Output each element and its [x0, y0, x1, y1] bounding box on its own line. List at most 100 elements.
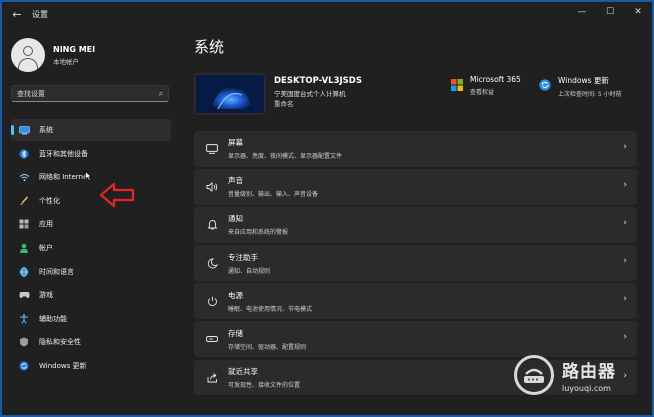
sidebar: NING MEI 本地帐户 查找设置 ⌕ 系统 蓝牙和其他设备 网络和 Inte…: [2, 26, 186, 415]
windows-update-link[interactable]: Windows 更新 上次检查时间: 5 小时前: [539, 75, 622, 98]
quick-link-subtitle: 查看权益: [470, 89, 495, 96]
card-subtitle: 存储空间、驱动器、配置规则: [228, 343, 307, 351]
router-logo-icon: [514, 355, 554, 395]
quick-link-subtitle: 上次检查时间: 5 小时前: [558, 91, 622, 98]
sidebar-item-label: 应用: [39, 220, 53, 229]
card-title: 声音: [228, 176, 243, 186]
quick-link-title: Windows 更新: [558, 76, 609, 85]
profile-name: NING MEI: [53, 44, 96, 54]
apps-icon: [18, 218, 30, 230]
sidebar-item-bluetooth[interactable]: 蓝牙和其他设备: [11, 143, 171, 165]
sidebar-item-privacy[interactable]: 隐私和安全性: [11, 331, 171, 353]
card-subtitle: 显示器、亮度、夜间模式、显示器配置文件: [228, 153, 343, 161]
sidebar-item-label: 网络和 Internet: [39, 173, 91, 182]
watermark-url: luyouqi.com: [562, 384, 611, 393]
sidebar-item-label: 帐户: [39, 243, 53, 252]
watermark-title: 路由器: [562, 362, 616, 382]
gamepad-icon: [18, 289, 30, 301]
rename-link[interactable]: 重命名: [274, 98, 294, 108]
app-title: 设置: [32, 9, 48, 19]
microsoft-365-link[interactable]: Microsoft 365 查看权益: [451, 75, 521, 96]
page-title: 系统: [194, 38, 225, 56]
settings-card-sound[interactable]: 声音 音量级别、输出、输入、声音设备 ›: [194, 169, 637, 205]
brush-icon: [18, 195, 30, 207]
card-subtitle: 通知、自动规则: [228, 267, 271, 275]
share-icon: [204, 369, 220, 385]
card-title: 电源: [228, 290, 243, 300]
sidebar-item-accessibility[interactable]: 辅助功能: [11, 308, 171, 330]
sidebar-item-label: 隐私和安全性: [39, 338, 81, 347]
quick-link-title: Microsoft 365: [470, 75, 521, 84]
sidebar-item-label: 游戏: [39, 291, 53, 300]
back-arrow-icon[interactable]: ←: [8, 5, 26, 23]
card-subtitle: 音量级别、输出、输入、声音设备: [228, 191, 319, 199]
sidebar-item-accounts[interactable]: 帐户: [11, 237, 171, 259]
shield-icon: [18, 336, 30, 348]
sidebar-item-time-language[interactable]: 时间和语言: [11, 261, 171, 283]
settings-card-focus-assist[interactable]: 专注助手 通知、自动规则 ›: [194, 245, 637, 281]
annotation-arrow-icon: [99, 182, 135, 208]
card-title: 屏幕: [228, 138, 243, 148]
card-title: 就近共享: [228, 366, 258, 376]
storage-icon: [204, 331, 220, 347]
profile-account-type: 本地帐户: [53, 57, 79, 66]
avatar: [11, 38, 45, 72]
globe-icon: [18, 266, 30, 278]
sidebar-nav: 系统 蓝牙和其他设备 网络和 Internet 个性化 应用 帐户 时间和语言 …: [11, 119, 171, 379]
microsoft365-icon: [451, 79, 463, 91]
chevron-right-icon: ›: [623, 218, 627, 229]
profile[interactable]: NING MEI 本地帐户: [11, 38, 95, 72]
device-model: 宁美国度台式个人计算机: [274, 90, 346, 98]
monitor-icon: [204, 141, 220, 157]
card-title: 专注助手: [228, 252, 258, 262]
card-title: 存储: [228, 328, 243, 338]
chevron-right-icon: ›: [623, 142, 627, 152]
sidebar-item-label: 蓝牙和其他设备: [39, 149, 88, 158]
wifi-icon: [18, 171, 30, 183]
sidebar-item-label: 时间和语言: [39, 267, 74, 276]
power-icon: [204, 293, 220, 309]
sidebar-item-apps[interactable]: 应用: [11, 213, 171, 235]
mouse-cursor-icon: [85, 171, 92, 181]
moon-icon: [204, 255, 220, 271]
chevron-right-icon: ›: [623, 294, 627, 305]
person-icon: [18, 242, 30, 254]
sidebar-item-windows-update[interactable]: Windows 更新: [11, 355, 171, 377]
chevron-right-icon: ›: [623, 332, 627, 343]
watermark: 路由器 luyouqi.com: [514, 349, 644, 401]
settings-card-notifications[interactable]: 通知 来自应用和系统的警报 ›: [194, 207, 637, 243]
search-input[interactable]: 查找设置 ⌕: [11, 85, 169, 102]
windows-update-icon: [539, 79, 551, 91]
settings-card-power[interactable]: 电源 睡眠、电池使用情况、节电模式 ›: [194, 283, 637, 319]
display-icon: [18, 124, 30, 136]
bell-icon: [204, 217, 220, 233]
speaker-icon: [204, 179, 220, 195]
card-subtitle: 睡眠、电池使用情况、节电模式: [228, 305, 313, 313]
maximize-button[interactable]: ☐: [596, 2, 624, 22]
settings-card-display[interactable]: 屏幕 显示器、亮度、夜间模式、显示器配置文件 ›: [194, 131, 637, 167]
title-bar: ← 设置 — ☐ ✕: [2, 2, 652, 26]
sidebar-item-system[interactable]: 系统: [11, 119, 171, 141]
sidebar-item-gaming[interactable]: 游戏: [11, 284, 171, 306]
search-placeholder: 查找设置: [17, 89, 45, 98]
sidebar-item-personalization[interactable]: 个性化: [11, 190, 171, 212]
device-info: DESKTOP-VL3JSDS 宁美国度台式个人计算机 重命名 Microsof…: [194, 73, 634, 115]
accessibility-icon: [18, 313, 30, 325]
bluetooth-icon: [18, 148, 30, 160]
update-icon: [18, 360, 30, 372]
card-title: 通知: [228, 214, 243, 224]
settings-window: ← 设置 — ☐ ✕ NING MEI 本地帐户 查找设置 ⌕ 系统 蓝牙和其他…: [0, 0, 654, 417]
card-subtitle: 可发现性、接收文件的位置: [228, 381, 301, 389]
close-button[interactable]: ✕: [624, 2, 652, 22]
minimize-button[interactable]: —: [568, 2, 596, 22]
sidebar-item-label: 个性化: [39, 196, 60, 205]
device-name: DESKTOP-VL3JSDS: [274, 76, 362, 86]
desktop-wallpaper-thumbnail: [194, 73, 266, 115]
search-icon[interactable]: ⌕: [154, 89, 168, 99]
sidebar-item-label: Windows 更新: [39, 361, 87, 370]
chevron-right-icon: ›: [623, 256, 627, 267]
card-subtitle: 来自应用和系统的警报: [228, 229, 289, 237]
chevron-right-icon: ›: [623, 180, 627, 191]
sidebar-item-label: 辅助功能: [39, 314, 67, 323]
sidebar-item-label: 系统: [39, 126, 53, 134]
